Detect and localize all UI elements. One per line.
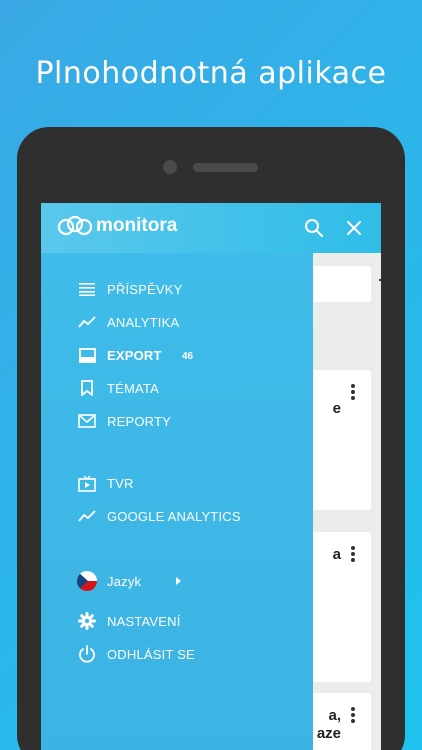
list-icon	[77, 279, 97, 299]
gear-icon	[77, 611, 97, 631]
more-options-icon[interactable]	[351, 546, 355, 564]
nav-item-label: PŘÍSPĚVKY	[107, 281, 183, 297]
nav-item-label: EXPORT	[107, 347, 162, 363]
nav-item-prispevky[interactable]: PŘÍSPĚVKY	[77, 279, 183, 299]
nav-item-temata[interactable]: TÉMATA	[77, 378, 159, 398]
czech-flag-icon	[77, 571, 97, 591]
bookmark-icon	[77, 378, 97, 398]
close-icon[interactable]	[343, 217, 365, 239]
inbox-icon	[77, 345, 97, 365]
nav-item-google-analytics[interactable]: GOOGLE ANALYTICS	[77, 506, 241, 526]
headline: Plnohodnotná aplikace	[35, 56, 387, 91]
trend-icon	[77, 312, 97, 332]
search-icon[interactable]	[303, 217, 325, 239]
nav-item-label: TÉMATA	[107, 380, 159, 396]
nav-item-language[interactable]: Jazyk	[77, 571, 141, 591]
brand-logo: monitora	[57, 215, 177, 237]
nav-item-tvr[interactable]: TVR	[77, 473, 134, 493]
more-options-icon[interactable]	[351, 384, 355, 402]
filter-button[interactable]	[307, 266, 381, 302]
app-bar: monitora	[41, 203, 381, 253]
nav-item-label: ANALYTIKA	[107, 314, 180, 330]
nav-item-label: Jazyk	[107, 573, 142, 589]
phone-speaker	[193, 163, 258, 172]
chevron-right-icon[interactable]	[176, 577, 181, 585]
nav-item-label: NASTAVENÍ	[107, 613, 181, 629]
monitora-logo-icon	[57, 215, 93, 236]
mail-icon	[77, 411, 97, 431]
phone-screen: e a a, aze monitora PŘÍSPĚVKY ANALYTIKA …	[41, 203, 381, 750]
power-icon	[77, 644, 97, 664]
nav-item-label: TVR	[107, 475, 134, 491]
nav-item-odhlasit[interactable]: ODHLÁSIT SE	[77, 644, 195, 664]
navigation-drawer: PŘÍSPĚVKY ANALYTIKA EXPORT 46 TÉMATA REP…	[41, 253, 313, 750]
nav-item-analytika[interactable]: ANALYTIKA	[77, 312, 179, 332]
export-count-badge: 46	[182, 351, 194, 362]
nav-item-label: REPORTY	[107, 413, 172, 429]
tv-icon	[77, 473, 97, 493]
nav-item-export[interactable]: EXPORT	[77, 345, 162, 365]
nav-item-label: GOOGLE ANALYTICS	[107, 508, 241, 524]
brand-name: monitora	[96, 215, 178, 236]
phone-frame: e a a, aze monitora PŘÍSPĚVKY ANALYTIKA …	[17, 127, 405, 750]
trend-icon	[77, 506, 97, 526]
phone-camera	[163, 160, 177, 174]
more-options-icon[interactable]	[351, 707, 355, 725]
filter-icon	[379, 279, 381, 281]
nav-item-reporty[interactable]: REPORTY	[77, 411, 171, 431]
nav-item-nastaveni[interactable]: NASTAVENÍ	[77, 611, 181, 631]
nav-item-label: ODHLÁSIT SE	[107, 646, 195, 662]
